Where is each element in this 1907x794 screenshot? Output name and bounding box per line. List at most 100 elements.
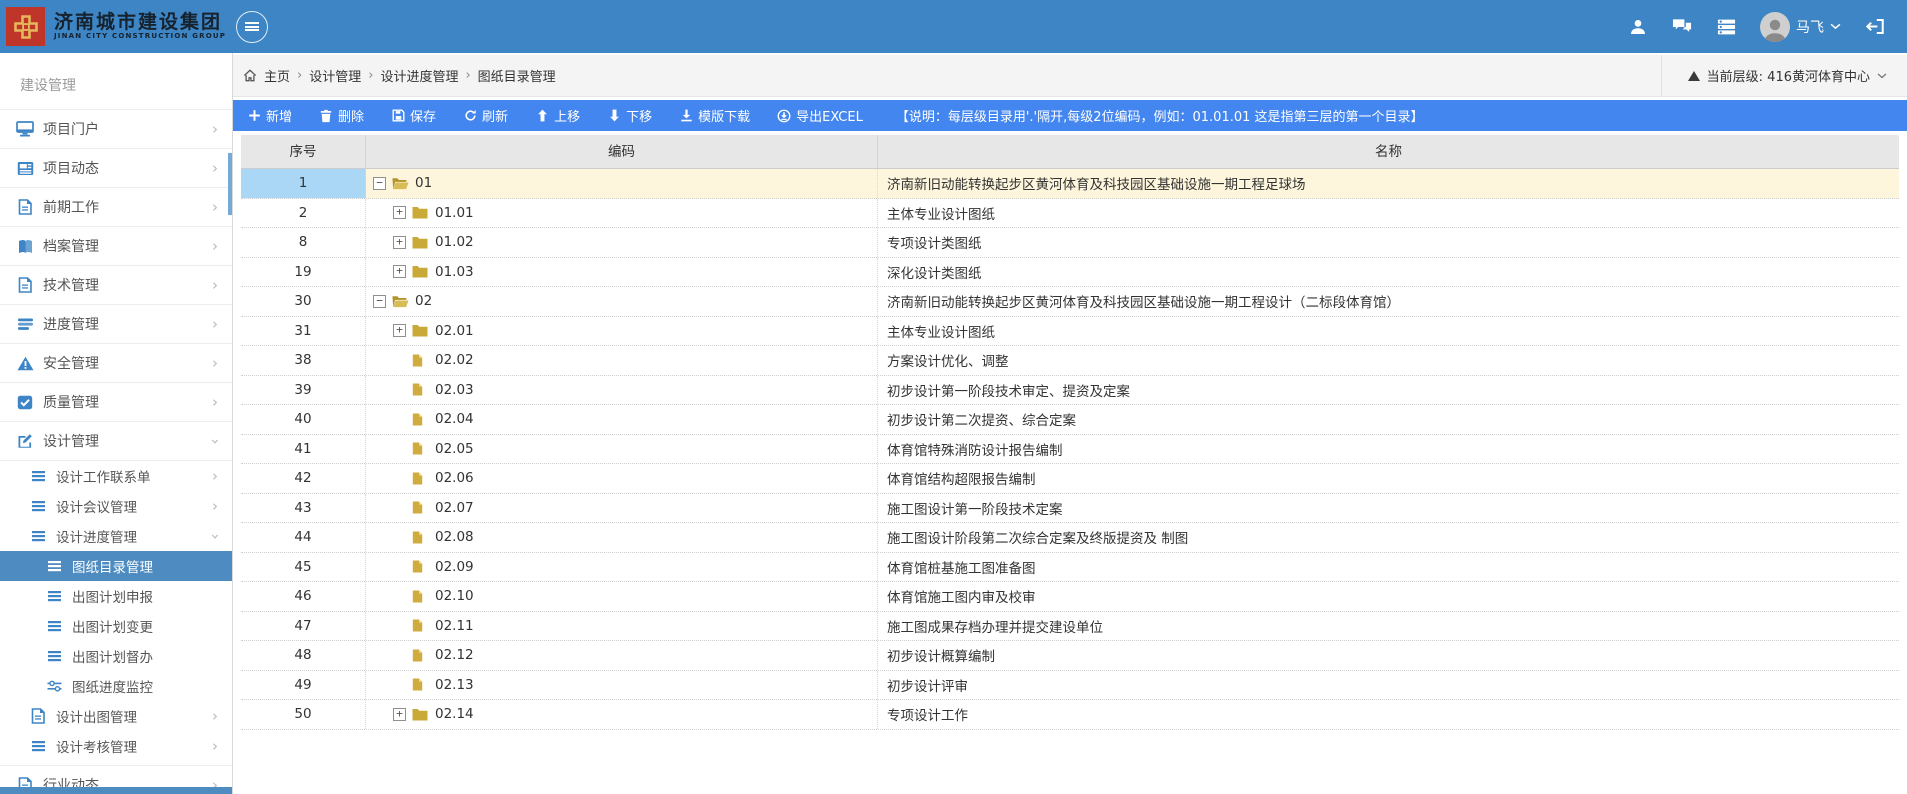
row-code-cell: +02.14 [366, 700, 878, 729]
folder-icon [412, 707, 429, 721]
sidebar-item-drawing-catalog-mgmt[interactable]: 图纸目录管理 [0, 551, 232, 581]
chevron-right-icon: › [212, 200, 218, 215]
table-row[interactable]: 19+01.03深化设计类图纸 [241, 258, 1899, 288]
row-seq: 43 [241, 494, 366, 523]
add-button[interactable]: 新增 [247, 106, 292, 125]
row-code: 01 [415, 175, 432, 191]
toolbar-note: 【说明：每层级目录用'.'隔开,每级2位编码，例如：01.01.01 这是指第三… [896, 106, 1424, 125]
template-download-button[interactable]: 模版下载 [679, 106, 750, 125]
move-down-button[interactable]: 下移 [607, 106, 652, 125]
collapse-icon[interactable]: − [373, 295, 386, 308]
row-code: 02.09 [435, 559, 474, 575]
table-row[interactable]: 3802.02方案设计优化、调整 [241, 346, 1899, 376]
sidebar-submenu-design-progress-mgmt: 图纸目录管理出图计划申报出图计划变更出图计划督办图纸进度监控 [0, 551, 232, 701]
breadcrumb-item[interactable]: 图纸目录管理 [478, 66, 556, 85]
check-square-icon [16, 394, 34, 410]
logout-icon[interactable] [1865, 17, 1885, 37]
sidebar-item-quality-mgmt[interactable]: 质量管理› [0, 383, 232, 422]
sidebar-item-progress-mgmt[interactable]: 进度管理› [0, 305, 232, 344]
sidebar-item-design-mgmt[interactable]: 设计管理› [0, 422, 232, 461]
menu-lines-icon [29, 738, 47, 754]
expand-icon[interactable]: + [393, 236, 406, 249]
breadcrumb-item[interactable]: 主页 [264, 66, 290, 85]
sidebar-item-design-work-contact[interactable]: 设计工作联系单› [0, 461, 232, 491]
menu-lines-icon [45, 618, 63, 634]
table-row[interactable]: 4302.07施工图设计第一阶段技术定案 [241, 494, 1899, 524]
table-row[interactable]: 3902.03初步设计第一阶段技术审定、提资及定案 [241, 376, 1899, 406]
sidebar-item-plan-declare[interactable]: 出图计划申报 [0, 581, 232, 611]
toolbar-button-label: 保存 [410, 106, 436, 125]
chevron-right-icon: › [212, 499, 218, 514]
toolbar-button-label: 刷新 [482, 106, 508, 125]
sidebar-item-design-progress-mgmt[interactable]: 设计进度管理› [0, 521, 232, 551]
expand-icon[interactable]: + [393, 265, 406, 278]
file-icon [412, 530, 429, 544]
sidebar-item-plan-change[interactable]: 出图计划变更 [0, 611, 232, 641]
collapse-icon[interactable]: − [373, 177, 386, 190]
row-name: 体育馆结构超限报告编制 [878, 464, 1899, 493]
sidebar-scrollbar[interactable] [228, 153, 232, 215]
user-name: 马飞 [1796, 17, 1824, 37]
breadcrumb-item[interactable]: 设计进度管理 [380, 66, 458, 85]
move-up-button[interactable]: 上移 [535, 106, 580, 125]
table-row[interactable]: 2+01.01主体专业设计图纸 [241, 199, 1899, 229]
table-row[interactable]: 4102.05体育馆特殊消防设计报告编制 [241, 435, 1899, 465]
sidebar-toggle-button[interactable] [236, 11, 268, 43]
row-code: 02 [415, 293, 432, 309]
table-row[interactable]: 4502.09体育馆桩基施工图准备图 [241, 553, 1899, 583]
expand-icon[interactable]: + [393, 206, 406, 219]
sidebar-item-archive-mgmt[interactable]: 档案管理› [0, 227, 232, 266]
table-row[interactable]: 4402.08施工图设计阶段第二次综合定案及终版提资及 制图 [241, 523, 1899, 553]
save-button[interactable]: 保存 [391, 106, 436, 125]
row-seq: 31 [241, 317, 366, 346]
sidebar-item-plan-supervise[interactable]: 出图计划督办 [0, 641, 232, 671]
sidebar-item-design-meeting-mgmt[interactable]: 设计会议管理› [0, 491, 232, 521]
row-code: 01.02 [435, 234, 474, 250]
table-row[interactable]: 50+02.14专项设计工作 [241, 700, 1899, 730]
row-code: 01.03 [435, 264, 474, 280]
sidebar-item-design-assess-mgmt[interactable]: 设计考核管理› [0, 731, 232, 761]
expand-icon[interactable]: + [393, 324, 406, 337]
row-code-cell: 02.10 [366, 582, 878, 611]
sidebar-item-preliminary-work[interactable]: 前期工作› [0, 188, 232, 227]
user-menu[interactable]: 马飞 [1760, 12, 1841, 42]
file-icon [412, 619, 429, 633]
row-code-cell: 02.08 [366, 523, 878, 552]
sidebar-item-label: 图纸目录管理 [72, 556, 218, 576]
refresh-icon [463, 109, 477, 123]
row-code-cell: +01.01 [366, 199, 878, 228]
row-seq: 42 [241, 464, 366, 493]
table-row[interactable]: 30−02济南新旧动能转换起步区黄河体育及科技园区基础设施一期工程设计（二标段体… [241, 287, 1899, 317]
table-row[interactable]: 4002.04初步设计第二次提资、综合定案 [241, 405, 1899, 435]
export-excel-button[interactable]: 导出EXCEL [777, 106, 863, 125]
table-row[interactable]: 4902.13初步设计评审 [241, 671, 1899, 701]
table-row[interactable]: 4602.10体育馆施工图内审及校审 [241, 582, 1899, 612]
table-row[interactable]: 31+02.01主体专业设计图纸 [241, 317, 1899, 347]
row-code-cell: 02.04 [366, 405, 878, 434]
sidebar-item-design-output-mgmt[interactable]: 设计出图管理› [0, 701, 232, 731]
sidebar-item-project-news[interactable]: 项目动态› [0, 149, 232, 188]
delete-button[interactable]: 删除 [319, 106, 364, 125]
sidebar-item-project-portal[interactable]: 项目门户› [0, 110, 232, 149]
row-seq: 19 [241, 258, 366, 287]
table-row[interactable]: 1−01济南新旧动能转换起步区黄河体育及科技园区基础设施一期工程足球场 [241, 169, 1899, 199]
breadcrumb-item[interactable]: 设计管理 [309, 66, 361, 85]
sidebar-item-drawing-progress-monitor[interactable]: 图纸进度监控 [0, 671, 232, 701]
table-row[interactable]: 8+01.02专项设计类图纸 [241, 228, 1899, 258]
menu-lines-icon [45, 558, 63, 574]
table-row[interactable]: 4802.12初步设计概算编制 [241, 641, 1899, 671]
task-list-icon[interactable] [1716, 17, 1736, 37]
sidebar-item-safety-mgmt[interactable]: 安全管理› [0, 344, 232, 383]
messages-icon[interactable] [1672, 17, 1692, 37]
table-row[interactable]: 4202.06体育馆结构超限报告编制 [241, 464, 1899, 494]
table-row[interactable]: 4702.11施工图成果存档办理并提交建设单位 [241, 612, 1899, 642]
current-level-selector[interactable]: 当前层级: 416黄河体育中心 [1661, 55, 1907, 96]
row-name: 主体专业设计图纸 [878, 199, 1899, 228]
row-name: 主体专业设计图纸 [878, 317, 1899, 346]
row-code: 02.07 [435, 500, 474, 516]
expand-icon[interactable]: + [393, 708, 406, 721]
refresh-button[interactable]: 刷新 [463, 106, 508, 125]
sidebar-item-tech-mgmt[interactable]: 技术管理› [0, 266, 232, 305]
row-seq: 1 [241, 169, 366, 198]
user-icon[interactable] [1628, 17, 1648, 37]
